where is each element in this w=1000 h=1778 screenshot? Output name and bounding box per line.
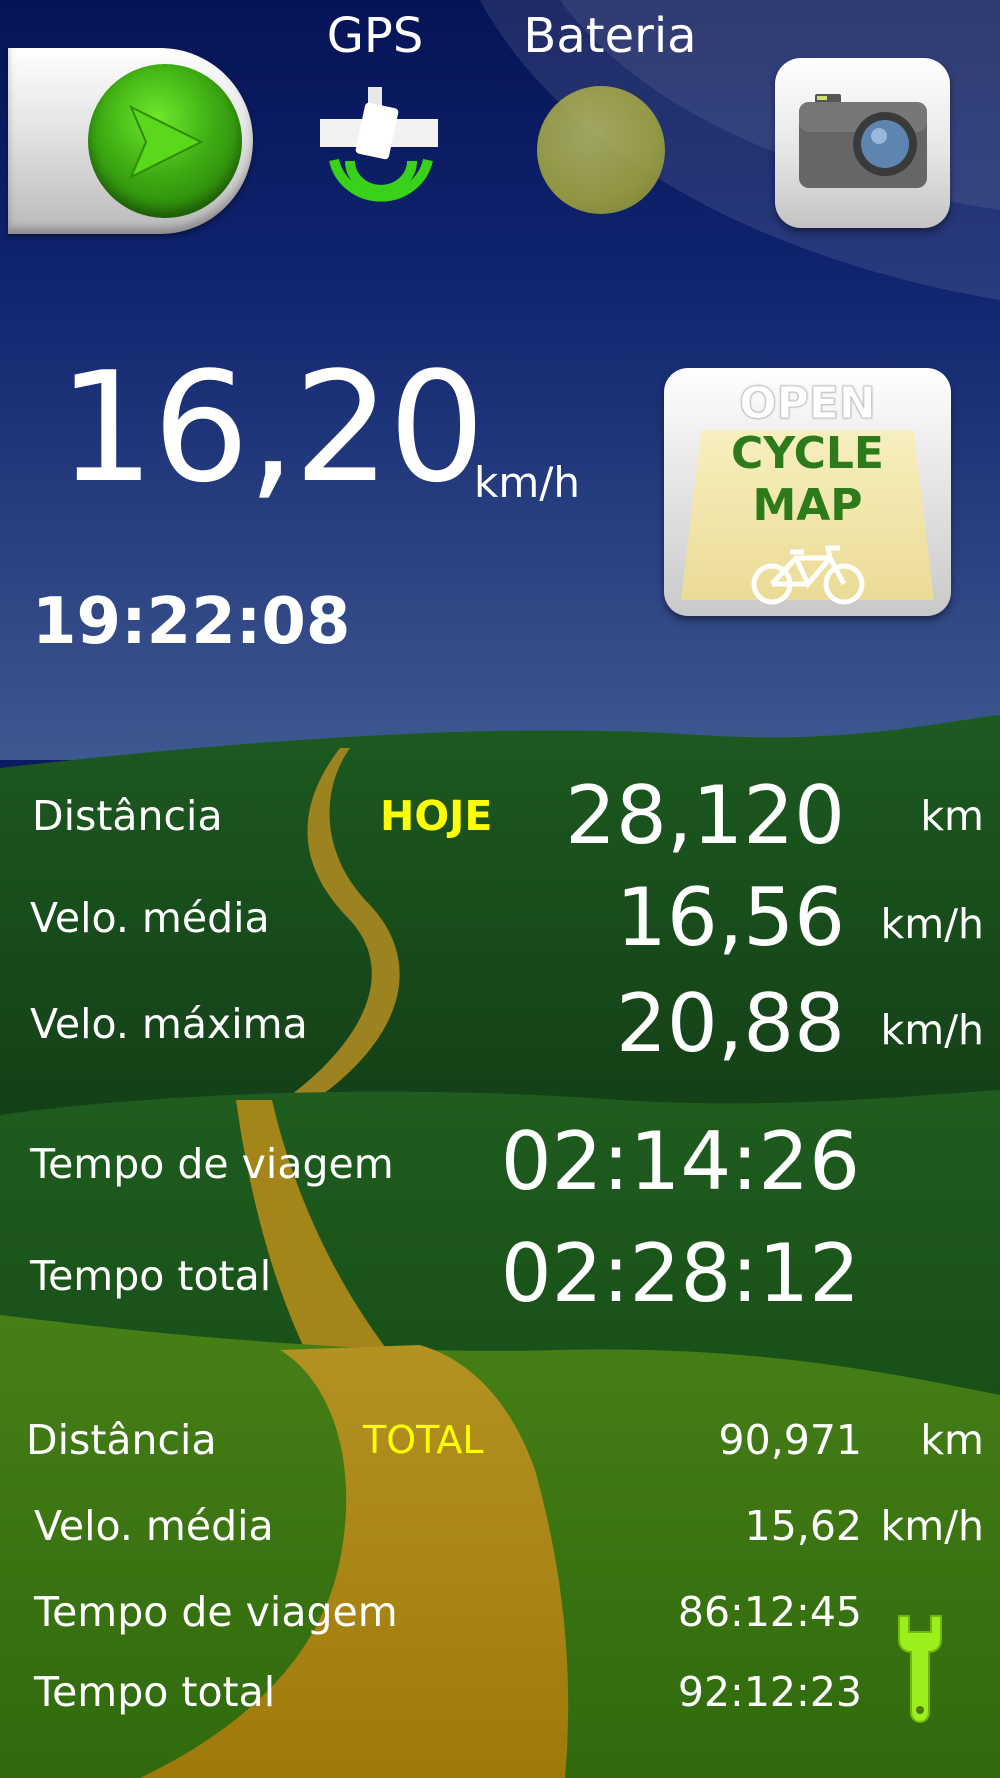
today-avg-speed-label: Velo. média [30,894,270,942]
current-time: 19:22:08 [32,585,351,659]
today-total-time-label: Tempo total [30,1252,272,1300]
total-avg-speed-unit: km/h [880,1502,984,1550]
today-tag: HOJE [380,792,493,840]
today-distance-unit: km [920,792,984,840]
total-distance-label: Distância [26,1416,217,1464]
wrench-icon[interactable] [895,1612,945,1724]
total-trip-time-label: Tempo de viagem [34,1588,398,1636]
camera-icon [799,94,927,188]
today-avg-speed-unit: km/h [880,900,984,948]
today-distance-value: 28,120 [565,769,845,862]
battery-icon [537,86,665,214]
total-tag: TOTAL [363,1418,484,1462]
today-avg-speed-value: 16,56 [615,871,845,964]
satellite-icon [320,87,438,202]
current-speed: 16,20 [58,339,485,516]
camera-button[interactable] [775,58,950,228]
bicycle-icon [751,545,865,605]
total-total-time-label: Tempo total [34,1668,276,1716]
total-trip-time-value: 86:12:45 [677,1588,862,1636]
today-max-speed-value: 20,88 [615,977,845,1070]
total-distance-value: 90,971 [718,1416,862,1464]
today-trip-time-label: Tempo de viagem [30,1140,394,1188]
today-trip-time-value: 02:14:26 [500,1115,860,1208]
gps-label: GPS [326,8,424,64]
map-button-line3: MAP [752,480,863,531]
total-avg-speed-value: 15,62 [744,1502,862,1550]
speed-unit: km/h [474,458,581,507]
open-cycle-map-button[interactable]: OPEN CYCLE MAP [664,368,951,616]
total-total-time-value: 92:12:23 [677,1668,862,1716]
today-distance-label: Distância [32,792,223,840]
map-button-line2: CYCLE [731,428,884,479]
today-total-time-value: 02:28:12 [500,1227,860,1320]
play-icon [88,64,242,218]
map-button-line1: OPEN [739,378,877,430]
battery-label: Bateria [523,8,697,64]
today-max-speed-unit: km/h [880,1006,984,1054]
total-distance-unit: km [920,1416,984,1464]
today-max-speed-label: Velo. máxima [30,1000,308,1048]
total-avg-speed-label: Velo. média [34,1502,274,1550]
start-button[interactable] [8,48,253,234]
